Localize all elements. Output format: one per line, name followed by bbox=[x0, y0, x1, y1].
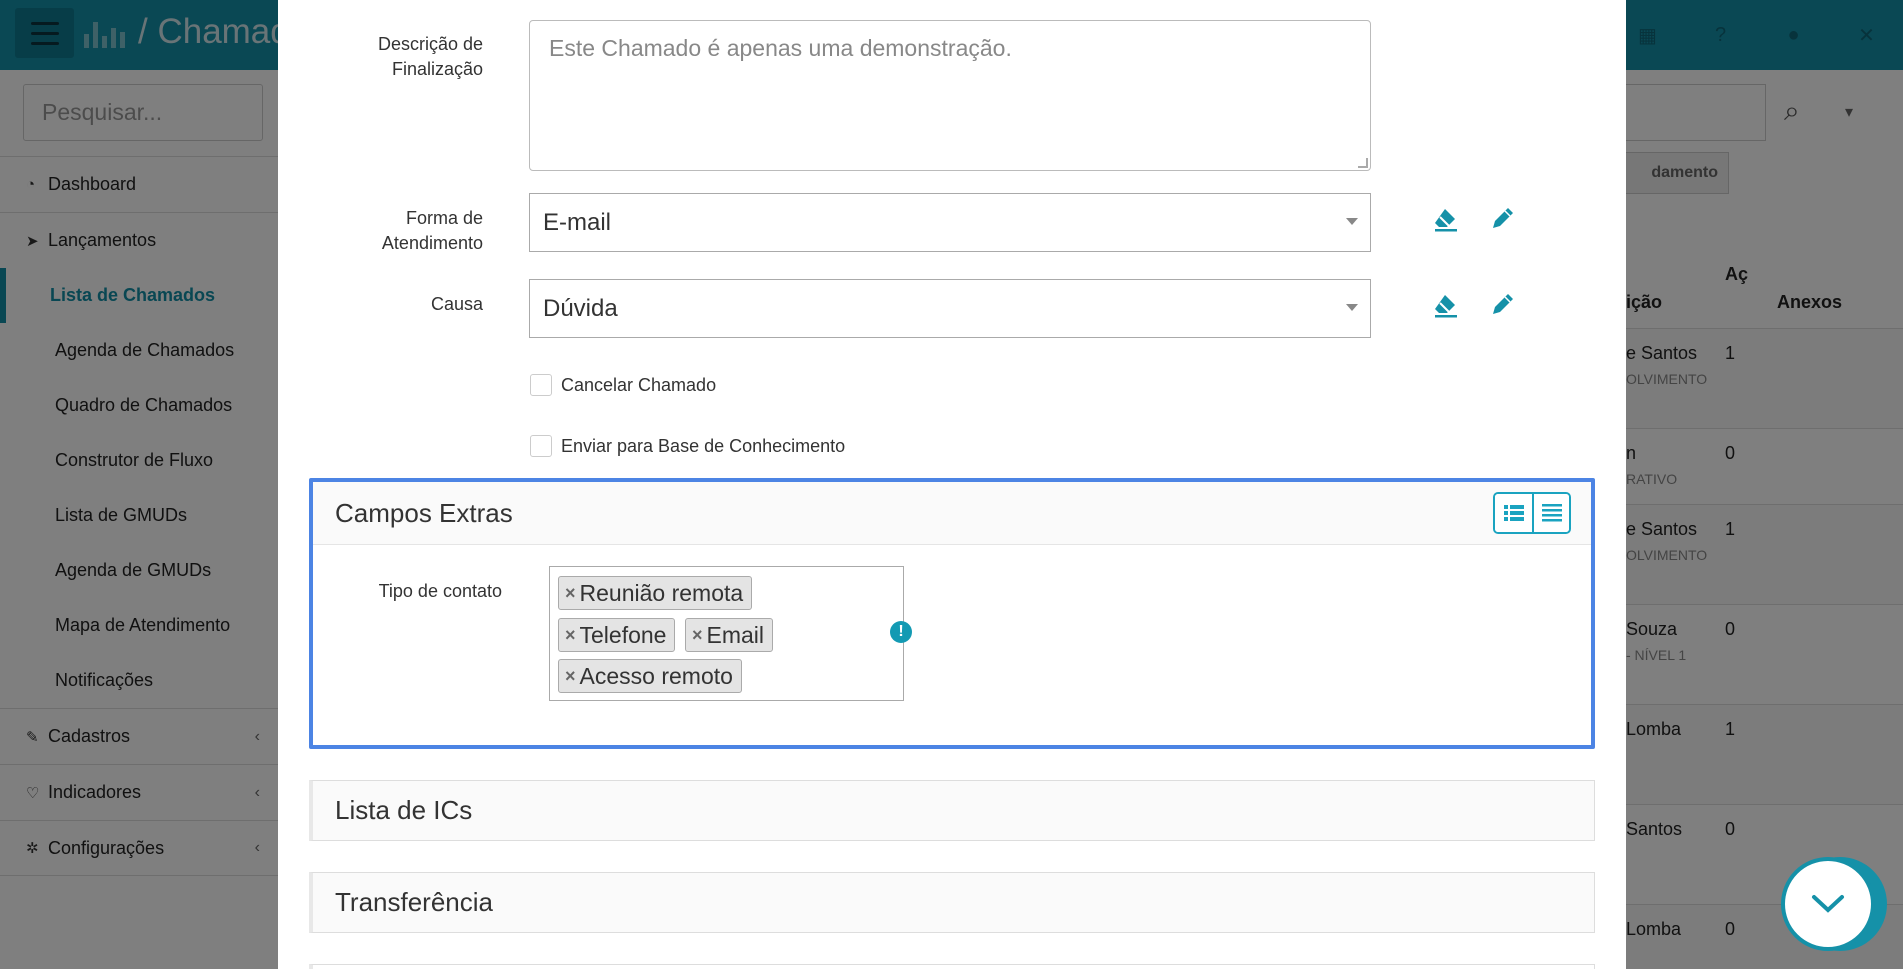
descricao-label: Descrição de Finalização bbox=[338, 32, 483, 82]
tag-label: Email bbox=[706, 621, 765, 648]
tag-label: Reunião remota bbox=[579, 579, 744, 606]
modal-dialog: Descrição de Finalização Este Chamado é … bbox=[278, 0, 1626, 969]
causa-select[interactable]: Dúvida bbox=[529, 279, 1371, 338]
transferencia-header[interactable]: Transferência bbox=[313, 873, 1594, 932]
select-value: Dúvida bbox=[543, 294, 618, 322]
required-alert-icon: ! bbox=[890, 621, 912, 643]
panel-title: Campos Extras bbox=[335, 497, 513, 528]
next-panel-edge bbox=[309, 964, 1595, 969]
label-line: Descrição de bbox=[377, 34, 483, 54]
label-line: Finalização bbox=[391, 59, 483, 79]
panel-title: Lista de ICs bbox=[335, 795, 473, 825]
enviar-base-conhecimento-checkbox[interactable] bbox=[530, 435, 552, 457]
scroll-down-button[interactable] bbox=[1781, 857, 1875, 951]
view-toggle bbox=[1493, 492, 1571, 534]
cancelar-chamado-checkbox[interactable] bbox=[530, 374, 552, 396]
checkbox-label: Cancelar Chamado bbox=[561, 374, 717, 395]
cancelar-chamado-option[interactable]: Cancelar Chamado bbox=[530, 374, 716, 396]
tag-remove-icon[interactable]: × bbox=[692, 625, 703, 646]
tag-remove-icon[interactable]: × bbox=[565, 666, 576, 687]
compact-view-button[interactable] bbox=[1532, 494, 1569, 532]
dropdown-arrow-icon bbox=[1346, 218, 1358, 225]
label-line: Atendimento bbox=[381, 233, 483, 253]
tag-remove-icon[interactable]: × bbox=[565, 625, 576, 646]
lista-ics-header[interactable]: Lista de ICs bbox=[313, 781, 1594, 840]
campos-extras-header[interactable]: Campos Extras bbox=[313, 482, 1591, 545]
forma-atendimento-select[interactable]: E-mail bbox=[529, 193, 1371, 252]
tag-email: × Email bbox=[685, 618, 774, 652]
tipo-contato-multiselect[interactable]: × Reunião remota × Telefone × Email × Ac… bbox=[549, 566, 904, 701]
tag-telefone: × Telefone bbox=[558, 618, 676, 652]
panel-title: Transferência bbox=[335, 887, 493, 917]
campos-extras-panel: Campos Extras bbox=[309, 478, 1595, 749]
tag-acesso-remoto: × Acesso remoto bbox=[558, 659, 742, 693]
tag-remove-icon[interactable]: × bbox=[565, 583, 576, 604]
eraser-icon[interactable] bbox=[1431, 290, 1461, 320]
tag-label: Telefone bbox=[579, 621, 667, 648]
forma-atendimento-label: Forma de Atendimento bbox=[338, 206, 483, 256]
select-value: E-mail bbox=[543, 208, 612, 236]
tag-reuniao-remota: × Reunião remota bbox=[558, 576, 753, 610]
tipo-contato-label: Tipo de contato bbox=[378, 581, 502, 601]
eraser-icon[interactable] bbox=[1431, 204, 1461, 234]
pencil-icon[interactable] bbox=[1488, 203, 1518, 233]
list-view-icon bbox=[1503, 505, 1524, 521]
checkbox-label: Enviar para Base de Conhecimento bbox=[561, 435, 846, 456]
list-view-button[interactable] bbox=[1495, 494, 1532, 532]
dropdown-arrow-icon bbox=[1346, 304, 1358, 311]
tag-label: Acesso remoto bbox=[579, 662, 733, 689]
chevron-down-icon bbox=[1812, 895, 1844, 913]
descricao-finalizacao-textarea[interactable]: Este Chamado é apenas uma demonstração. bbox=[529, 20, 1371, 171]
enviar-base-conhecimento-option[interactable]: Enviar para Base de Conhecimento bbox=[530, 435, 845, 457]
resize-handle-icon[interactable] bbox=[1358, 158, 1368, 168]
transferencia-panel[interactable]: Transferência bbox=[309, 872, 1595, 933]
pencil-icon[interactable] bbox=[1488, 289, 1518, 319]
textarea-value: Este Chamado é apenas uma demonstração. bbox=[549, 35, 1012, 61]
causa-label: Causa bbox=[430, 294, 483, 314]
label-line: Forma de bbox=[405, 208, 483, 228]
lista-ics-panel[interactable]: Lista de ICs bbox=[309, 780, 1595, 841]
align-justify-icon bbox=[1541, 504, 1562, 522]
